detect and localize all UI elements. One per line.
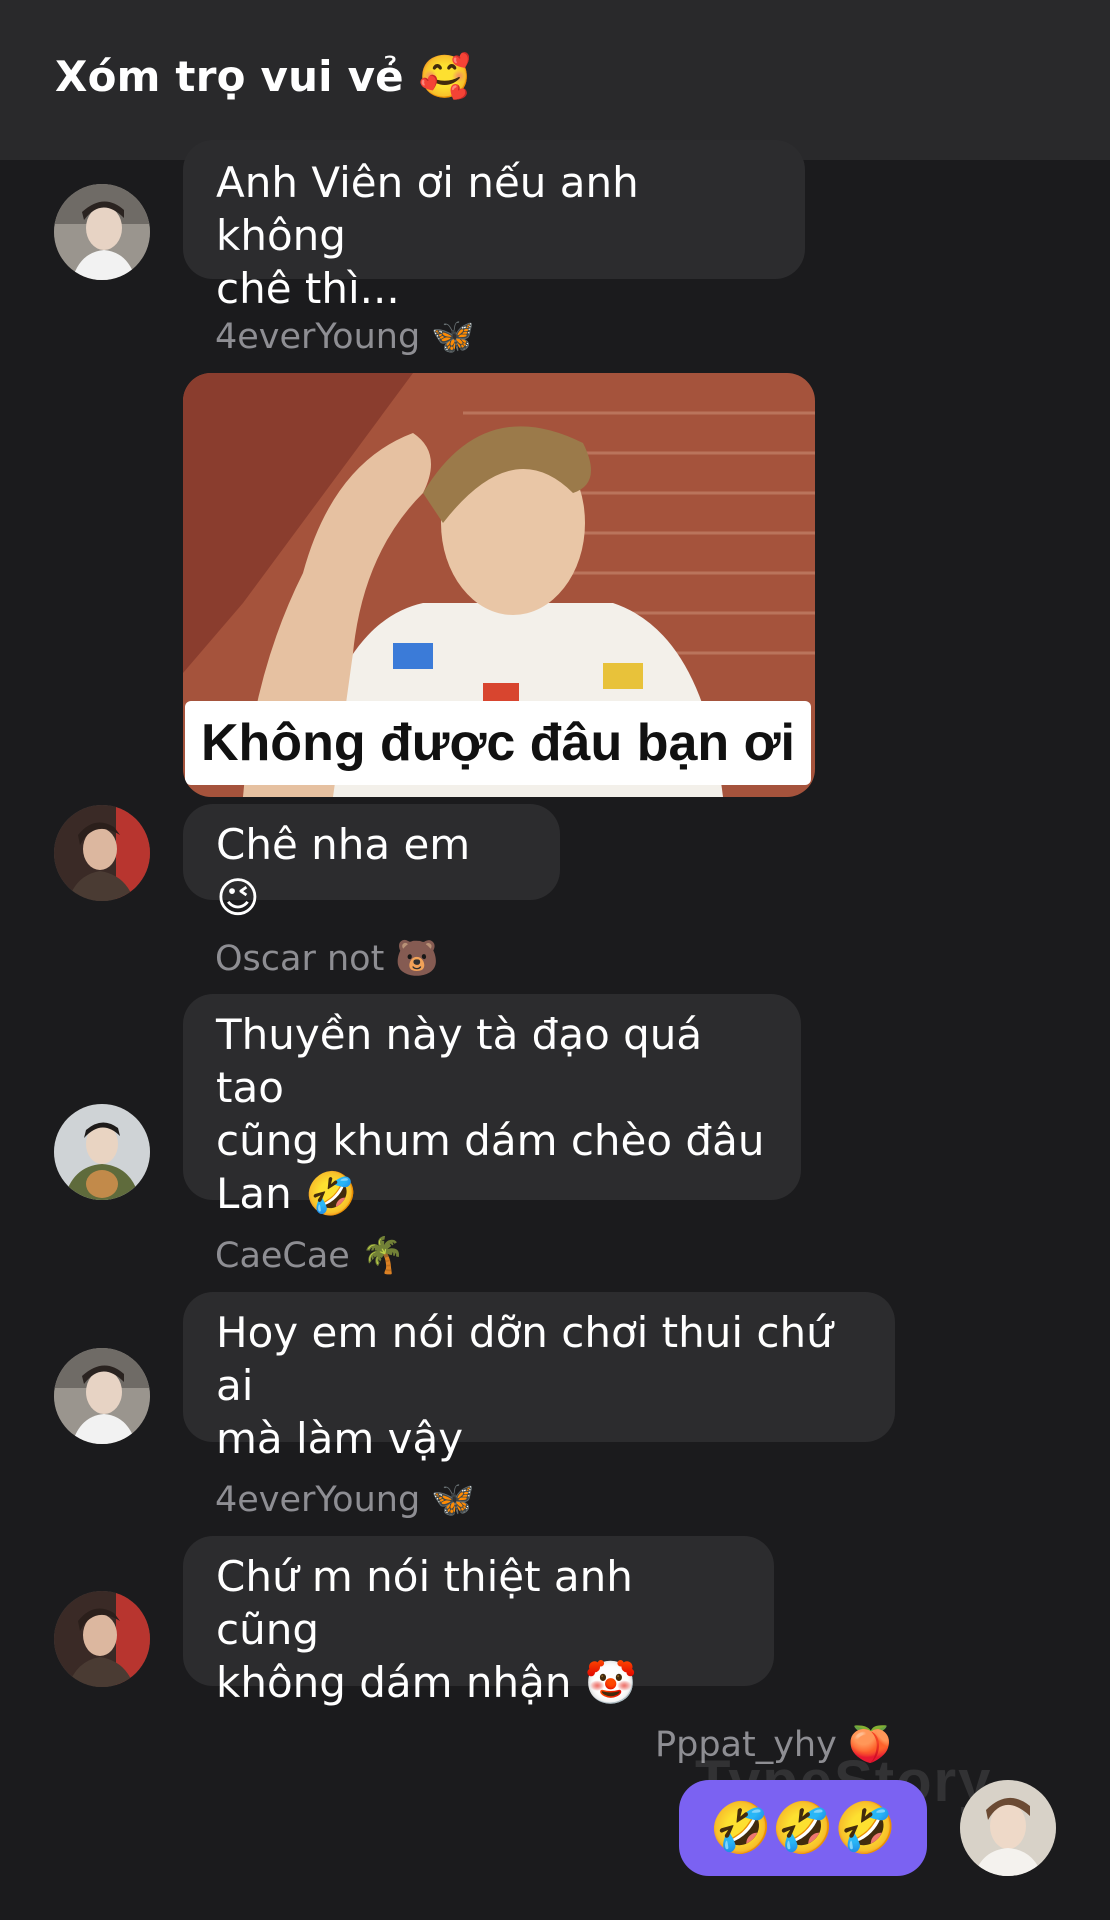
my-message-bubble[interactable]: 🤣🤣🤣 [679, 1780, 927, 1876]
my-avatar[interactable] [960, 1780, 1056, 1876]
message-bubble[interactable]: Anh Viên ơi nếu anh không chê thì... [183, 140, 805, 313]
message-bubble[interactable]: Thuyền này tà đạo quá tao cũng khum dám … [183, 994, 801, 1218]
meme-caption: Không được đâu bạn ơi [200, 714, 795, 772]
sender-name: Oscar not 🐻 [215, 939, 440, 979]
message-bubble[interactable]: Hoy em nói dỡn chơi thui chứ ai mà làm v… [183, 1292, 895, 1463]
chat-header: Xóm trọ vui vẻ 🥰 [0, 0, 1110, 160]
avatar-member-b[interactable] [54, 805, 150, 901]
sender-name: CaeCae 🌴 [215, 1236, 405, 1276]
meme-image[interactable]: Không được đâu bạn ơi [183, 373, 815, 797]
avatar-member-a[interactable] [54, 184, 150, 280]
meme-caption-box: Không được đâu bạn ơi [185, 701, 811, 785]
avatar-member-a[interactable] [54, 1348, 150, 1444]
chat-title[interactable]: Xóm trọ vui vẻ 🥰 [55, 52, 471, 102]
message-bubble[interactable]: Chứ m nói thiệt anh cũng không dám nhận … [183, 1536, 774, 1707]
sender-name: 4everYoung 🦋 [215, 317, 475, 357]
sender-name: 4everYoung 🦋 [215, 1480, 475, 1520]
message-bubble[interactable]: Chê nha em 😉 [183, 804, 560, 922]
avatar-member-b[interactable] [54, 1591, 150, 1687]
avatar-member-c[interactable] [54, 1104, 150, 1200]
